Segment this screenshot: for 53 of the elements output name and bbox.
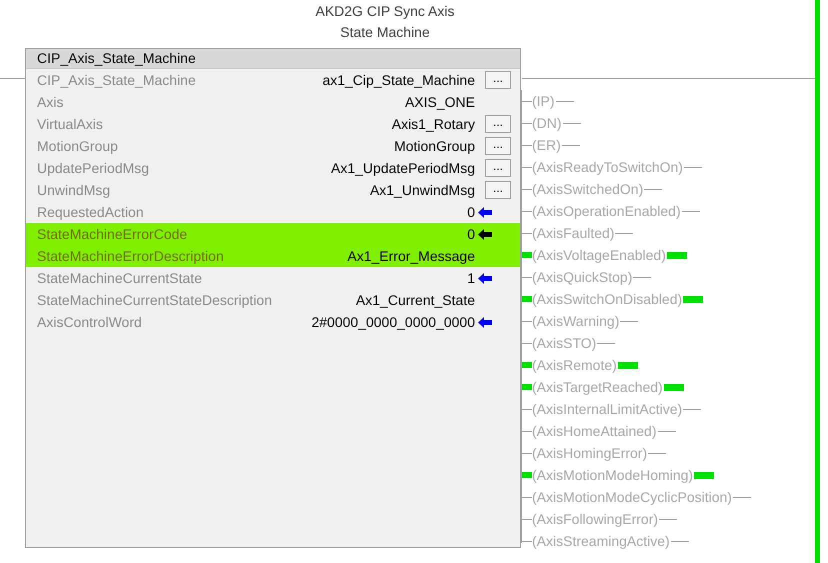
browse-button[interactable]: ... [485, 137, 511, 155]
parameter-name: StateMachineCurrentStateDescription [37, 292, 272, 308]
parameter-name: AxisControlWord [37, 314, 142, 330]
parameter-value: ax1_Cip_State_Machine [321, 72, 475, 88]
parameter-value: Ax1_UpdatePeriodMsg [330, 160, 475, 176]
output-coil: (DN) [532, 115, 562, 131]
parameter-value: AXIS_ONE [404, 94, 475, 110]
parameter-value: 1 [466, 270, 475, 286]
parameter-name: UpdatePeriodMsg [37, 160, 150, 176]
parameter-name: StateMachineErrorCode [37, 226, 188, 242]
parameter-value: Ax1_Current_State [354, 292, 475, 308]
browse-button[interactable]: ... [485, 181, 511, 199]
output-coil: (AxisFaulted) [532, 225, 614, 241]
parameter-name: VirtualAxis [37, 116, 103, 132]
output-coil: (AxisMotionModeHoming) [532, 467, 694, 483]
output-coil: (AxisSwitchedOn) [532, 181, 644, 197]
output-coil: (AxisSTO) [532, 335, 596, 351]
browse-button[interactable]: ... [485, 159, 511, 177]
output-coil: (AxisReadyToSwitchOn) [532, 159, 683, 175]
parameter-value: Ax1_Error_Message [346, 248, 475, 264]
browse-button[interactable]: ... [485, 71, 511, 89]
output-coil: (IP) [532, 93, 555, 109]
output-coil: (AxisSwitchOnDisabled) [532, 291, 682, 307]
output-coil: (AxisOperationEnabled) [532, 203, 681, 219]
block-title: AKD2G CIP Sync Axis [315, 2, 454, 21]
parameter-value: MotionGroup [393, 138, 475, 154]
output-coil: (AxisWarning) [532, 313, 620, 329]
block-header: CIP_Axis_State_Machine [26, 49, 520, 69]
parameter-value: Ax1_UnwindMsg [368, 182, 475, 198]
parameter-name: StateMachineErrorDescription [37, 248, 224, 264]
output-coil: (AxisHomingError) [532, 445, 648, 461]
block-title: State Machine [340, 23, 430, 42]
parameter-value: Axis1_Rotary [390, 116, 475, 132]
parameter-name: CIP_Axis_State_Machine [37, 72, 196, 88]
parameter-name: RequestedAction [37, 204, 144, 220]
output-coil: (AxisStreamingActive) [532, 533, 670, 549]
browse-button[interactable]: ... [485, 115, 511, 133]
parameter-name: StateMachineCurrentState [37, 270, 202, 286]
output-coil: (AxisInternalLimitActive) [532, 401, 682, 417]
output-coil: (AxisFollowingError) [532, 511, 658, 527]
output-coil: (AxisQuickStop) [532, 269, 632, 285]
output-coil: (ER) [532, 137, 561, 153]
parameter-name: MotionGroup [37, 138, 118, 154]
output-coil: (AxisMotionModeCyclicPosition) [532, 489, 732, 505]
parameter-value: 0 [466, 204, 475, 220]
output-coil: (AxisTargetReached) [532, 379, 663, 395]
parameter-name: UnwindMsg [37, 182, 110, 198]
output-coil: (AxisHomeAttained) [532, 423, 656, 439]
parameter-value: 0 [466, 226, 475, 242]
output-coil: (AxisVoltageEnabled) [532, 247, 666, 263]
parameter-value: 2#0000_0000_0000_0000 [310, 314, 475, 330]
parameter-name: Axis [37, 94, 64, 110]
output-coil: (AxisRemote) [532, 357, 617, 373]
